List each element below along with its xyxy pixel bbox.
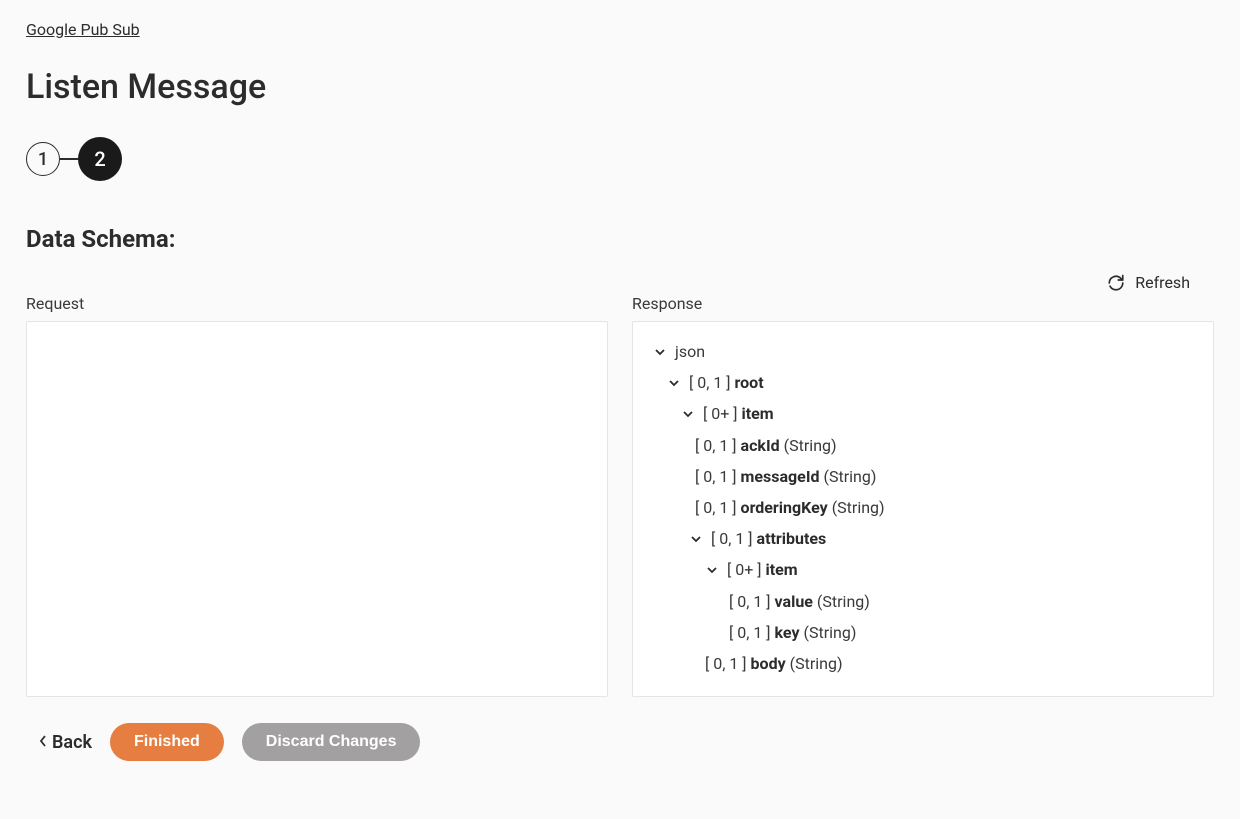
- chevron-down-icon[interactable]: [679, 408, 697, 420]
- chevron-down-icon[interactable]: [665, 377, 683, 389]
- tree-node-item[interactable]: [ 0+ ] item: [651, 398, 1195, 429]
- request-panel: Request: [26, 294, 608, 697]
- tree-messageid-name: messageId: [741, 461, 820, 492]
- tree-item-name: item: [742, 398, 774, 429]
- tree-node-ackid[interactable]: [ 0, 1 ] ackId (String): [651, 430, 1195, 461]
- tree-messageid-type: (String): [824, 461, 877, 492]
- discard-button[interactable]: Discard Changes: [242, 723, 421, 761]
- tree-ackid-type: (String): [784, 430, 837, 461]
- step-connector: [60, 158, 78, 160]
- tree-key-type: (String): [804, 617, 857, 648]
- page-title: Listen Message: [26, 67, 1214, 107]
- tree-key-card: [ 0, 1 ]: [729, 617, 771, 648]
- tree-body-name: body: [751, 648, 786, 679]
- step-2[interactable]: 2: [78, 137, 122, 181]
- tree-root-name: root: [735, 367, 764, 398]
- tree-body-card: [ 0, 1 ]: [705, 648, 747, 679]
- tree-node-messageid[interactable]: [ 0, 1 ] messageId (String): [651, 461, 1195, 492]
- tree-body-type: (String): [790, 648, 843, 679]
- tree-value-card: [ 0, 1 ]: [729, 586, 771, 617]
- refresh-label: Refresh: [1135, 273, 1190, 292]
- refresh-button[interactable]: Refresh: [1107, 273, 1190, 292]
- stepper: 1 2: [26, 137, 1214, 181]
- tree-orderingkey-type: (String): [832, 492, 885, 523]
- tree-node-attributes[interactable]: [ 0, 1 ] attributes: [651, 523, 1195, 554]
- tree-json-label: json: [675, 336, 705, 367]
- step-1[interactable]: 1: [26, 142, 60, 176]
- tree-messageid-card: [ 0, 1 ]: [695, 461, 737, 492]
- tree-node-root[interactable]: [ 0, 1 ] root: [651, 367, 1195, 398]
- response-box: json [ 0, 1 ] root [ 0+ ] item: [632, 321, 1214, 697]
- back-button[interactable]: Back: [38, 732, 92, 753]
- request-box: [26, 321, 608, 697]
- tree-root-card: [ 0, 1 ]: [689, 367, 731, 398]
- footer-actions: Back Finished Discard Changes: [26, 723, 1214, 761]
- tree-node-json[interactable]: json: [651, 336, 1195, 367]
- tree-key-name: key: [775, 617, 800, 648]
- tree-node-item2[interactable]: [ 0+ ] item: [651, 554, 1195, 585]
- request-label: Request: [26, 294, 608, 313]
- tree-value-name: value: [775, 586, 813, 617]
- tree-node-key[interactable]: [ 0, 1 ] key (String): [651, 617, 1195, 648]
- tree-ackid-name: ackId: [741, 430, 780, 461]
- tree-attributes-name: attributes: [757, 523, 827, 554]
- tree-orderingkey-name: orderingKey: [741, 492, 828, 523]
- refresh-icon: [1107, 274, 1125, 292]
- tree-ackid-card: [ 0, 1 ]: [695, 430, 737, 461]
- tree-node-value[interactable]: [ 0, 1 ] value (String): [651, 586, 1195, 617]
- finished-button[interactable]: Finished: [110, 723, 224, 761]
- tree-item2-card: [ 0+ ]: [727, 554, 762, 585]
- chevron-left-icon: [38, 732, 48, 753]
- back-label: Back: [52, 732, 92, 753]
- tree-attributes-card: [ 0, 1 ]: [711, 523, 753, 554]
- tree-value-type: (String): [817, 586, 870, 617]
- chevron-down-icon[interactable]: [651, 346, 669, 358]
- section-title: Data Schema:: [26, 225, 1214, 253]
- tree-item-card: [ 0+ ]: [703, 398, 738, 429]
- breadcrumb-link[interactable]: Google Pub Sub: [26, 20, 140, 39]
- tree-orderingkey-card: [ 0, 1 ]: [695, 492, 737, 523]
- tree-item2-name: item: [766, 554, 798, 585]
- chevron-down-icon[interactable]: [703, 564, 721, 576]
- response-label: Response: [632, 294, 1214, 313]
- chevron-down-icon[interactable]: [687, 533, 705, 545]
- response-panel: Response json [ 0, 1 ] root: [632, 294, 1214, 697]
- tree-node-body[interactable]: [ 0, 1 ] body (String): [651, 648, 1195, 679]
- tree-node-orderingkey[interactable]: [ 0, 1 ] orderingKey (String): [651, 492, 1195, 523]
